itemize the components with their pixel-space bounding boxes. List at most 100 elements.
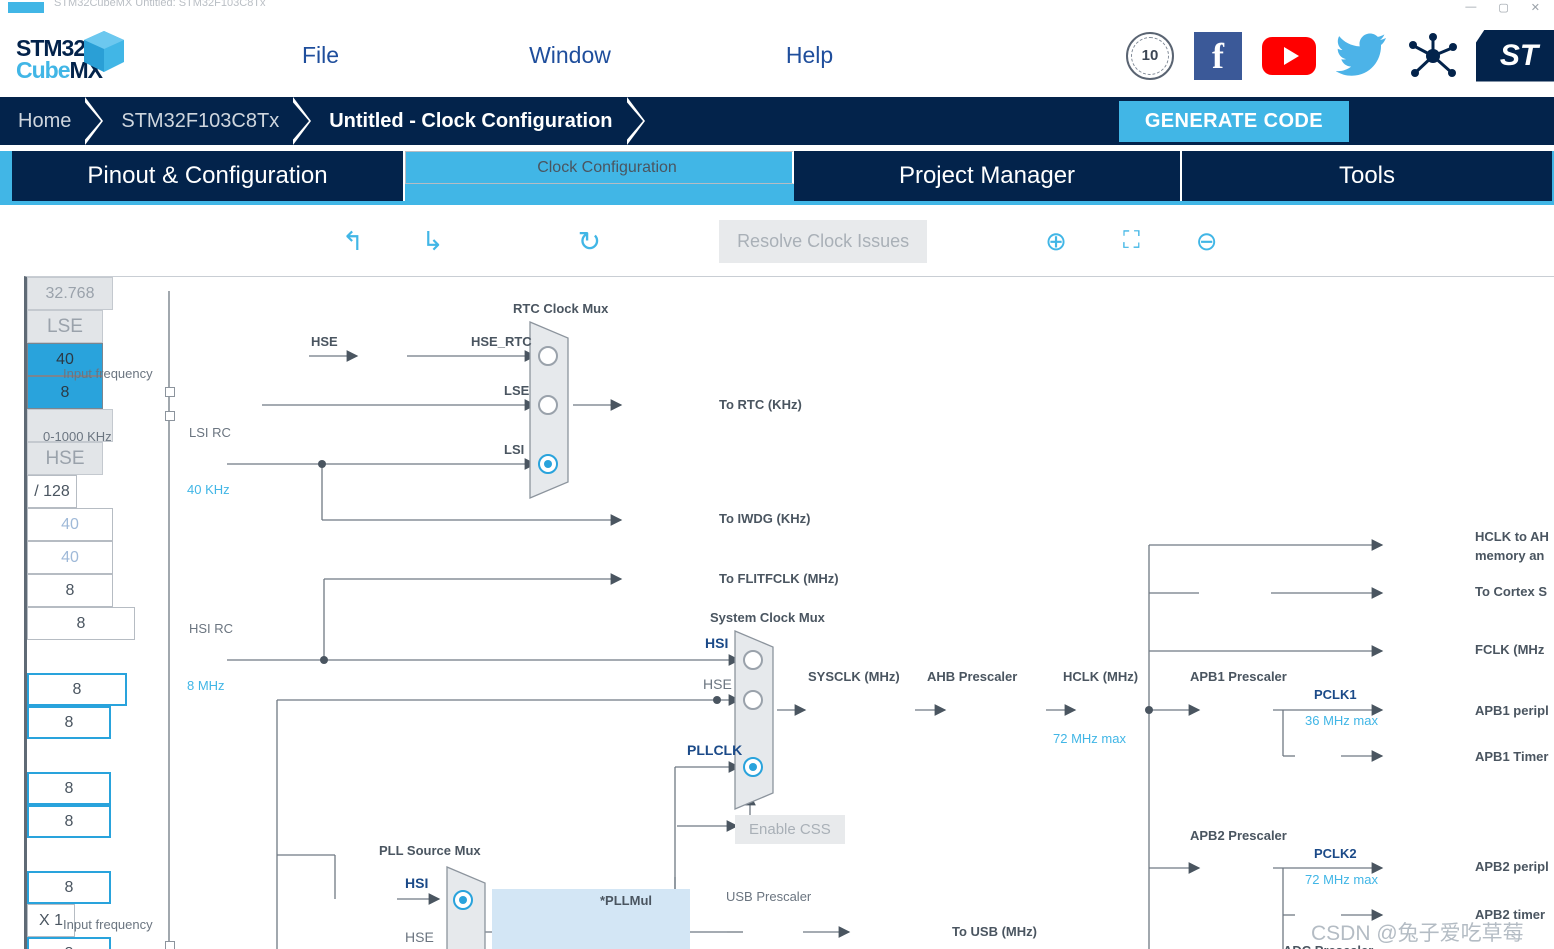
to-usb-label: To USB (MHz) xyxy=(952,924,1037,939)
close-button[interactable]: ✕ xyxy=(1531,1,1540,14)
pll-source-mux-title: PLL Source Mux xyxy=(379,843,481,858)
system-mux-radio-hse[interactable] xyxy=(743,690,763,710)
clock-toolbar: ↰ ↳ ↻ Resolve Clock Issues ⊕ ⛶ ⊖ xyxy=(0,210,1554,272)
breadcrumb-item-mcu[interactable]: STM32F103C8Tx xyxy=(103,97,312,145)
pllmul-label: *PLLMul xyxy=(600,893,652,908)
generate-code-button[interactable]: GENERATE CODE xyxy=(1118,100,1349,142)
pll-mux-radio-hsi[interactable] xyxy=(453,890,473,910)
breadcrumb-current-label: Untitled - Clock Configuration xyxy=(329,109,613,132)
to-iwdg-label: To IWDG (KHz) xyxy=(719,511,811,526)
st-logo-icon[interactable]: ST xyxy=(1476,29,1554,82)
apb2-max-label: 72 MHz max xyxy=(1305,872,1378,887)
system-mux-input-hse-label: HSE xyxy=(703,676,732,692)
rtc-mux-input-lsi-label: LSI xyxy=(504,442,525,457)
pll-mux-input-hse-label: HSE xyxy=(405,929,434,945)
pclk2-label: PCLK2 xyxy=(1314,846,1357,861)
pll-mux-input-hsi-label: HSI xyxy=(405,875,429,891)
lsi-rc-unit-label: 40 KHz xyxy=(187,482,230,497)
breadcrumb-chevron-icon xyxy=(624,97,645,145)
fclk-label: FCLK (MHz xyxy=(1475,642,1545,657)
window-title: STM32CubeMX Untitled: STM32F103C8Tx xyxy=(54,0,266,9)
header-icons: 10 f ST xyxy=(1126,29,1554,82)
hsi-rc-label: HSI RC xyxy=(189,621,234,636)
hclk-ahb-label: HCLK to AH xyxy=(1475,529,1549,544)
maximize-button[interactable]: ▢ xyxy=(1498,1,1508,14)
hsi-rc-unit-label: 8 MHz xyxy=(187,678,225,693)
apb1-timer-label: APB1 Timer xyxy=(1475,749,1549,764)
rtc-mux-radio-hse[interactable] xyxy=(538,346,558,366)
youtube-play-triangle xyxy=(1283,46,1299,65)
facebook-icon[interactable]: f xyxy=(1194,31,1242,80)
rtc-mux-input-hse-rtc-label: HSE_RTC xyxy=(471,334,532,349)
apb2-peripheral-label: APB2 peripl xyxy=(1475,859,1549,874)
apb1-max-label: 36 MHz max xyxy=(1305,713,1378,728)
undo-icon[interactable]: ↰ xyxy=(342,226,364,257)
refresh-icon[interactable]: ↻ xyxy=(578,225,601,258)
rtc-mux-radio-lsi[interactable] xyxy=(538,454,558,474)
fit-to-screen-icon[interactable]: ⛶ xyxy=(1123,227,1140,255)
lse-input-frequency-label: Input frequency xyxy=(63,366,153,381)
anniversary-badge-icon: 10 xyxy=(1126,31,1174,80)
breadcrumb-item-current[interactable]: Untitled - Clock Configuration xyxy=(311,97,645,145)
enable-css-button[interactable]: Enable CSS xyxy=(735,815,845,844)
hclk-ahb-label-line2: memory an xyxy=(1475,548,1545,563)
app-header: STM32 CubeMX File Window Help 10 f ST xyxy=(0,14,1554,97)
sysclk-label: SYSCLK (MHz) xyxy=(808,669,900,684)
rtc-clock-mux[interactable] xyxy=(528,320,576,500)
apb1-peripheral-label: APB1 peripl xyxy=(1475,703,1549,718)
to-cortex-label: To Cortex S xyxy=(1475,584,1547,599)
ahb-prescaler-label: AHB Prescaler xyxy=(927,669,1018,684)
lsi-rc-label: LSI RC xyxy=(189,425,231,440)
pllmul-highlight-band xyxy=(492,889,690,949)
window-controls: — ▢ ✕ xyxy=(1465,1,1554,14)
tab-tools[interactable]: Tools xyxy=(1182,151,1552,201)
system-clock-mux-title: System Clock Mux xyxy=(710,610,825,625)
system-mux-radio-hsi[interactable] xyxy=(743,650,763,670)
to-rtc-label: To RTC (KHz) xyxy=(719,397,802,412)
breadcrumb-mcu-label: STM32F103C8Tx xyxy=(121,109,280,132)
zoom-out-icon[interactable]: ⊖ xyxy=(1196,226,1218,257)
zoom-in-icon[interactable]: ⊕ xyxy=(1045,226,1067,257)
to-flitfclk-label: To FLITFCLK (MHz) xyxy=(719,571,839,586)
app-icon xyxy=(8,1,44,13)
redo-icon[interactable]: ↳ xyxy=(422,226,444,257)
system-mux-radio-pllclk[interactable] xyxy=(743,757,763,777)
minimize-button[interactable]: — xyxy=(1465,1,1476,14)
hse-osc-port-in xyxy=(165,941,175,949)
pll-source-mux[interactable] xyxy=(445,865,491,949)
adc-prescaler-label: ADC Prescaler xyxy=(1283,943,1373,949)
badge-number: 10 xyxy=(1141,47,1159,64)
system-mux-input-hsi-label: HSI xyxy=(705,635,729,651)
tab-project-manager[interactable]: Project Manager xyxy=(794,151,1182,201)
clock-tree-canvas[interactable]: Input frequency 32.768 0-1000 KHz LSE LS… xyxy=(24,276,1554,949)
breadcrumb-item-home[interactable]: Home xyxy=(0,97,104,145)
menu-help[interactable]: Help xyxy=(786,42,833,69)
menu-file[interactable]: File xyxy=(302,42,339,69)
logo-cube-text: Cube xyxy=(16,56,70,83)
tab-pinout-configuration[interactable]: Pinout & Configuration xyxy=(12,151,405,201)
main-tabs: Pinout & Configuration Clock Configurati… xyxy=(0,151,1554,205)
hclk-label: HCLK (MHz) xyxy=(1063,669,1139,684)
breadcrumb-chevron-icon xyxy=(291,97,312,145)
breadcrumb-home-label: Home xyxy=(18,109,72,132)
twitter-icon[interactable] xyxy=(1335,32,1388,79)
rtc-mux-radio-lse[interactable] xyxy=(538,395,558,415)
apb2-prescaler-label: APB2 Prescaler xyxy=(1190,828,1287,843)
tab-clock-configuration[interactable]: Clock Configuration xyxy=(405,151,794,184)
rtc-mux-input-lse-label: LSE xyxy=(504,383,530,398)
share-network-icon[interactable] xyxy=(1408,32,1457,80)
cube-3d-icon xyxy=(82,29,126,80)
window-titlebar: STM32CubeMX Untitled: STM32F103C8Tx — ▢ … xyxy=(0,0,1554,14)
breadcrumb-chevron-icon xyxy=(83,97,104,145)
apb1-prescaler-label: APB1 Prescaler xyxy=(1190,669,1287,684)
lse-osc-port-out xyxy=(165,411,175,421)
system-clock-mux[interactable] xyxy=(733,629,781,811)
youtube-icon[interactable] xyxy=(1262,36,1316,75)
apb2-timer-label: APB2 timer xyxy=(1475,907,1546,922)
menu-window[interactable]: Window xyxy=(529,42,611,69)
resolve-clock-issues-button[interactable]: Resolve Clock Issues xyxy=(719,219,928,263)
lse-frequency-range-label: 0-1000 KHz xyxy=(43,429,112,444)
usb-prescaler-label: USB Prescaler xyxy=(726,889,812,904)
menu-bar: File Window Help xyxy=(132,42,1126,69)
rtc-clock-mux-title: RTC Clock Mux xyxy=(513,301,609,316)
